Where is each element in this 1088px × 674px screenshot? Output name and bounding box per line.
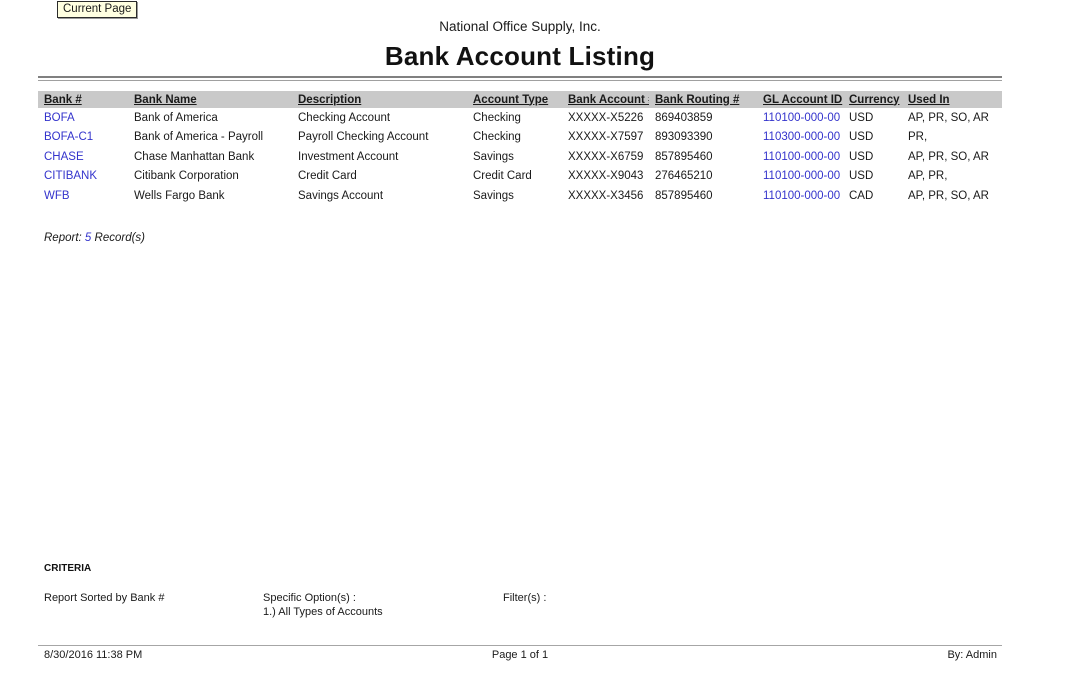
cell-bank-account-no: XXXXX-X6759: [562, 147, 649, 167]
col-header-bank-routing-no: Bank Routing #: [649, 91, 757, 108]
cell-gl-account-id: 110100-000-00: [757, 108, 843, 128]
cell-account-type: Checking: [467, 108, 562, 128]
cell-currency: USD: [843, 108, 902, 128]
table-row: BOFA Bank of America Checking Account Ch…: [38, 108, 1002, 128]
cell-bank-account-no: XXXXX-X5226: [562, 108, 649, 128]
col-header-description: Description: [292, 91, 467, 108]
record-count-summary: Report: 5 Record(s): [44, 232, 145, 244]
cell-gl-account-id: 110100-000-00: [757, 186, 843, 206]
cell-gl-account-id: 110100-000-00: [757, 167, 843, 187]
bank-account-table-container: Bank # Bank Name Description Account Typ…: [38, 91, 1002, 206]
cell-bank-routing-no: 893093390: [649, 128, 757, 148]
cell-bank-no: CITIBANK: [38, 167, 128, 187]
cell-bank-name: Wells Fargo Bank: [128, 186, 292, 206]
gl-account-id-link[interactable]: 110100-000-00: [763, 170, 840, 182]
gl-account-id-link[interactable]: 110100-000-00: [763, 190, 840, 202]
bank-no-link[interactable]: CITIBANK: [44, 170, 97, 182]
cell-bank-name: Chase Manhattan Bank: [128, 147, 292, 167]
cell-bank-no: BOFA: [38, 108, 128, 128]
cell-bank-account-no: XXXXX-X3456: [562, 186, 649, 206]
cell-bank-account-no: XXXXX-X7597: [562, 128, 649, 148]
col-header-used-in: Used In: [902, 91, 1002, 108]
cell-used-in: AP, PR, SO, AR: [902, 186, 1002, 206]
cell-account-type: Savings: [467, 147, 562, 167]
bank-no-link[interactable]: WFB: [44, 190, 70, 202]
specific-options-label: Specific Option(s) :: [263, 592, 383, 606]
table-header-row: Bank # Bank Name Description Account Typ…: [38, 91, 1002, 108]
table-row: CHASE Chase Manhattan Bank Investment Ac…: [38, 147, 1002, 167]
cell-description: Savings Account: [292, 186, 467, 206]
record-count-label: Report:: [44, 232, 82, 244]
cell-bank-name: Bank of America - Payroll: [128, 128, 292, 148]
criteria-sorted-by: Report Sorted by Bank #: [44, 592, 164, 604]
col-header-bank-account-no: Bank Account #: [562, 91, 649, 108]
cell-bank-account-no: XXXXX-X9043: [562, 167, 649, 187]
cell-bank-name: Bank of America: [128, 108, 292, 128]
cell-bank-routing-no: 276465210: [649, 167, 757, 187]
cell-used-in: PR,: [902, 128, 1002, 148]
report-page: Current Page National Office Supply, Inc…: [0, 0, 1088, 674]
cell-description: Checking Account: [292, 108, 467, 128]
bank-no-link[interactable]: BOFA: [44, 112, 75, 124]
criteria-specific-options: Specific Option(s) : 1.) All Types of Ac…: [263, 592, 383, 619]
cell-bank-routing-no: 857895460: [649, 147, 757, 167]
col-header-account-type: Account Type: [467, 91, 562, 108]
col-header-bank-name: Bank Name: [128, 91, 292, 108]
table-row: WFB Wells Fargo Bank Savings Account Sav…: [38, 186, 1002, 206]
cell-account-type: Credit Card: [467, 167, 562, 187]
gl-account-id-link[interactable]: 110300-000-00: [763, 131, 840, 143]
table-row: BOFA-C1 Bank of America - Payroll Payrol…: [38, 128, 1002, 148]
table-row: CITIBANK Citibank Corporation Credit Car…: [38, 167, 1002, 187]
gl-account-id-link[interactable]: 110100-000-00: [763, 151, 840, 163]
cell-bank-no: CHASE: [38, 147, 128, 167]
col-header-currency: Currency: [843, 91, 902, 108]
col-header-bank-no: Bank #: [38, 91, 128, 108]
record-count-value: 5: [85, 232, 91, 244]
bank-no-link[interactable]: CHASE: [44, 151, 84, 163]
col-header-gl-account-id: GL Account ID: [757, 91, 843, 108]
criteria-filters-label: Filter(s) :: [503, 592, 546, 604]
cell-gl-account-id: 110300-000-00: [757, 128, 843, 148]
cell-used-in: AP, PR, SO, AR: [902, 108, 1002, 128]
cell-used-in: AP, PR,: [902, 167, 1002, 187]
cell-bank-routing-no: 869403859: [649, 108, 757, 128]
bank-account-table: Bank # Bank Name Description Account Typ…: [38, 91, 1002, 206]
cell-account-type: Savings: [467, 186, 562, 206]
bank-no-link[interactable]: BOFA-C1: [44, 131, 93, 143]
page-title: Bank Account Listing: [38, 41, 1002, 72]
cell-description: Investment Account: [292, 147, 467, 167]
current-page-button[interactable]: Current Page: [57, 1, 137, 18]
cell-currency: USD: [843, 128, 902, 148]
cell-currency: CAD: [843, 186, 902, 206]
specific-options-value: 1.) All Types of Accounts: [263, 606, 383, 620]
footer-divider: [38, 645, 1002, 646]
cell-bank-routing-no: 857895460: [649, 186, 757, 206]
criteria-heading: CRITERIA: [44, 563, 91, 574]
footer-generated-by: By: Admin: [947, 649, 997, 661]
cell-bank-name: Citibank Corporation: [128, 167, 292, 187]
title-divider: [38, 76, 1002, 81]
cell-gl-account-id: 110100-000-00: [757, 147, 843, 167]
cell-bank-no: WFB: [38, 186, 128, 206]
cell-account-type: Checking: [467, 128, 562, 148]
cell-description: Credit Card: [292, 167, 467, 187]
footer-page-number: Page 1 of 1: [38, 649, 1002, 661]
gl-account-id-link[interactable]: 110100-000-00: [763, 112, 840, 124]
company-name: National Office Supply, Inc.: [38, 19, 1002, 34]
record-count-suffix: Record(s): [95, 232, 145, 244]
cell-currency: USD: [843, 167, 902, 187]
cell-description: Payroll Checking Account: [292, 128, 467, 148]
cell-used-in: AP, PR, SO, AR: [902, 147, 1002, 167]
cell-bank-no: BOFA-C1: [38, 128, 128, 148]
cell-currency: USD: [843, 147, 902, 167]
